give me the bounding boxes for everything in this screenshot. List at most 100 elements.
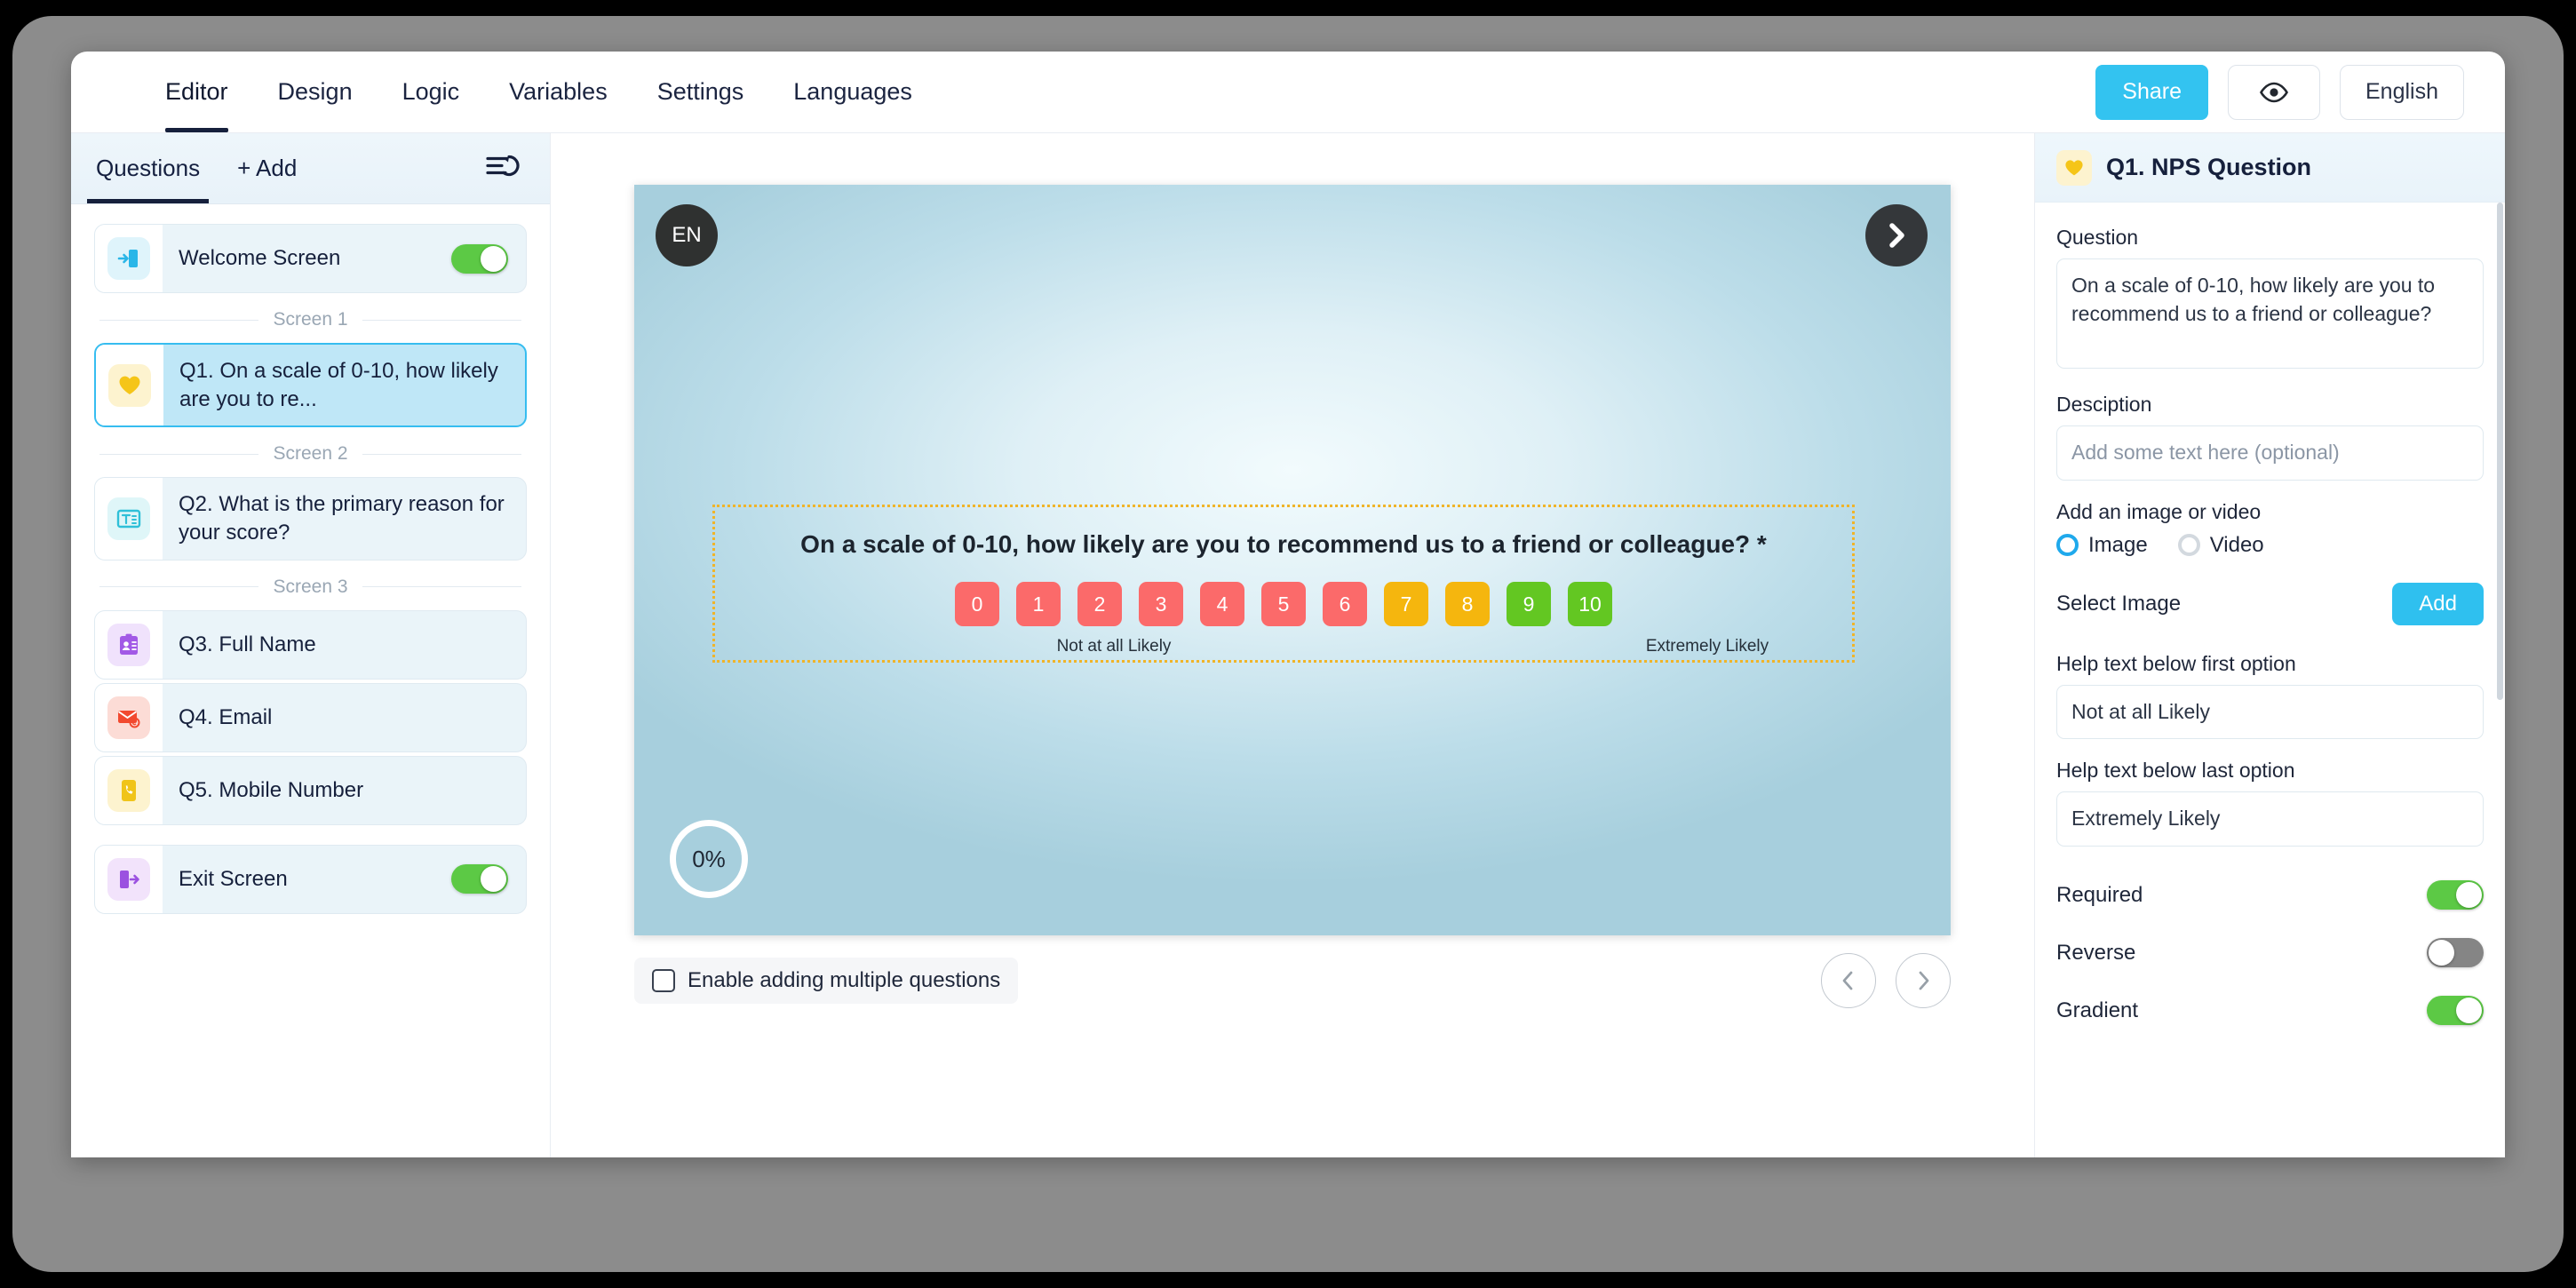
list-item-label: Q5. Mobile Number	[179, 777, 364, 802]
enter-door-icon	[107, 237, 150, 280]
nps-option-0-label: 0	[971, 592, 983, 616]
question-block[interactable]: On a scale of 0-10, how likely are you t…	[712, 505, 1855, 663]
gradient-toggle-row: Gradient	[2056, 982, 2484, 1039]
canvas-footer: Enable adding multiple questions	[634, 953, 1951, 1008]
description-field-group: Desciption	[2056, 393, 2484, 481]
editor-canvas: EN On a scale of 0-10, how likely are yo…	[551, 133, 2034, 1157]
gradient-toggle[interactable]	[2427, 996, 2484, 1026]
radio-video[interactable]: Video	[2177, 532, 2264, 558]
nav-tab-logic[interactable]: Logic	[378, 52, 485, 132]
panel-header: Q1. NPS Question	[2035, 133, 2505, 203]
radio-image[interactable]: Image	[2056, 533, 2148, 558]
add-question-button[interactable]: + Add	[237, 155, 297, 182]
screen-separator-3: Screen 3	[94, 564, 527, 610]
list-item-welcome-screen[interactable]: Welcome Screen	[94, 224, 527, 293]
nav-tab-editor[interactable]: Editor	[140, 52, 253, 132]
nps-option-5[interactable]: 5	[1261, 582, 1306, 626]
checkbox-box	[652, 969, 675, 992]
nav-tab-variables[interactable]: Variables	[484, 52, 632, 132]
help-last-input[interactable]	[2056, 791, 2484, 847]
radio-image-icon	[2056, 534, 2079, 557]
canvas-nav-arrows	[1821, 953, 1951, 1008]
app-window: Editor Design Logic Variables Settings L…	[71, 52, 2505, 1157]
help-first-input[interactable]	[2056, 684, 2484, 740]
id-card-icon	[107, 623, 150, 666]
radio-image-label: Image	[2088, 532, 2148, 557]
panel-scrollbar[interactable]	[2497, 203, 2503, 700]
preview-next-button[interactable]	[1865, 204, 1928, 266]
share-button[interactable]: Share	[2095, 64, 2208, 120]
nps-option-4[interactable]: 4	[1200, 582, 1244, 626]
list-item-label: Q1. On a scale of 0-10, how likely are y…	[179, 359, 498, 411]
add-image-button[interactable]: Add	[2392, 582, 2484, 625]
nav-tab-settings[interactable]: Settings	[632, 52, 769, 132]
panel-title: Q1. NPS Question	[2106, 154, 2312, 180]
nps-option-8[interactable]: 8	[1445, 582, 1490, 626]
exit-door-icon	[107, 857, 150, 901]
question-input[interactable]	[2056, 258, 2484, 369]
exit-screen-toggle[interactable]	[451, 864, 508, 894]
icon-cell	[95, 756, 163, 824]
list-item-q1[interactable]: Q1. On a scale of 0-10, how likely are y…	[94, 343, 527, 428]
reverse-label: Reverse	[2056, 940, 2136, 965]
nps-option-7-label: 7	[1400, 592, 1412, 616]
nps-option-10[interactable]: 10	[1568, 582, 1612, 626]
reverse-toggle-row: Reverse	[2056, 924, 2484, 982]
preview-language-badge[interactable]: EN	[656, 204, 718, 266]
nps-help-first: Not at all Likely	[1056, 637, 1172, 656]
prev-question-button[interactable]	[1821, 953, 1876, 1008]
nav-tab-languages[interactable]: Languages	[768, 52, 937, 132]
nps-option-3[interactable]: 3	[1139, 582, 1183, 626]
screen-separator-2-label: Screen 2	[273, 443, 348, 465]
enable-multiple-questions-checkbox[interactable]: Enable adding multiple questions	[634, 958, 1019, 1004]
question-settings-panel: Q1. NPS Question Question Desciption Add…	[2034, 133, 2505, 1157]
nps-option-6[interactable]: 6	[1323, 582, 1367, 626]
nps-option-1-label: 1	[1032, 592, 1045, 616]
toggle-knob	[2429, 940, 2454, 966]
required-toggle[interactable]	[2427, 880, 2484, 910]
reverse-toggle[interactable]	[2427, 938, 2484, 968]
select-image-row: Select Image Add	[2056, 582, 2484, 625]
list-item-q3[interactable]: Q3. Full Name	[94, 609, 527, 680]
media-label: Add an image or video	[2056, 499, 2262, 523]
description-input[interactable]	[2056, 425, 2484, 481]
list-item-exit-screen[interactable]: Exit Screen	[94, 844, 527, 914]
nps-help-last: Extremely Likely	[1645, 637, 1769, 656]
icon-cell	[95, 225, 163, 292]
reorder-undo-icon[interactable]	[486, 153, 520, 184]
mobile-phone-icon	[107, 768, 150, 812]
eye-icon	[2260, 82, 2288, 102]
survey-preview: EN On a scale of 0-10, how likely are yo…	[634, 185, 1951, 935]
list-item-q5[interactable]: Q5. Mobile Number	[94, 755, 527, 825]
nps-option-3-label: 3	[1155, 592, 1167, 616]
top-navigation: Editor Design Logic Variables Settings L…	[71, 52, 2505, 133]
sidebar-header: Questions + Add	[71, 133, 550, 204]
list-item-q2[interactable]: Q2. What is the primary reason for your …	[94, 477, 527, 561]
nps-option-7[interactable]: 7	[1384, 582, 1428, 626]
list-item-label: Welcome Screen	[179, 246, 341, 271]
screen-separator-3-label: Screen 3	[273, 576, 348, 597]
help-last-group: Help text below last option	[2056, 759, 2484, 847]
nps-option-9[interactable]: 9	[1507, 582, 1551, 626]
nps-option-1[interactable]: 1	[1016, 582, 1061, 626]
nav-tab-design[interactable]: Design	[253, 52, 378, 132]
next-question-button[interactable]	[1896, 953, 1951, 1008]
main-body: Questions + Add Welcome Screen Screen 1 …	[71, 133, 2505, 1157]
media-type-radios: Image Video	[2056, 533, 2484, 558]
preview-button[interactable]	[2228, 64, 2320, 120]
question-field-group: Question	[2056, 226, 2484, 373]
screen-separator-1: Screen 1	[94, 297, 527, 343]
icon-cell	[95, 610, 163, 679]
sidebar-tab-questions[interactable]: Questions	[71, 133, 225, 203]
list-item-q4[interactable]: Q4. Email	[94, 682, 527, 752]
chevron-left-icon	[1842, 971, 1853, 990]
screen-separator-2: Screen 2	[94, 431, 527, 477]
toggle-knob	[481, 245, 506, 272]
list-item-label: Q2. What is the primary reason for your …	[179, 492, 505, 545]
question-field-label: Question	[2056, 226, 2139, 249]
radio-video-label: Video	[2209, 532, 2264, 557]
welcome-screen-toggle[interactable]	[451, 243, 508, 274]
nps-option-0[interactable]: 0	[955, 582, 999, 626]
language-selector[interactable]: English	[2340, 64, 2464, 120]
nps-option-2[interactable]: 2	[1077, 582, 1122, 626]
